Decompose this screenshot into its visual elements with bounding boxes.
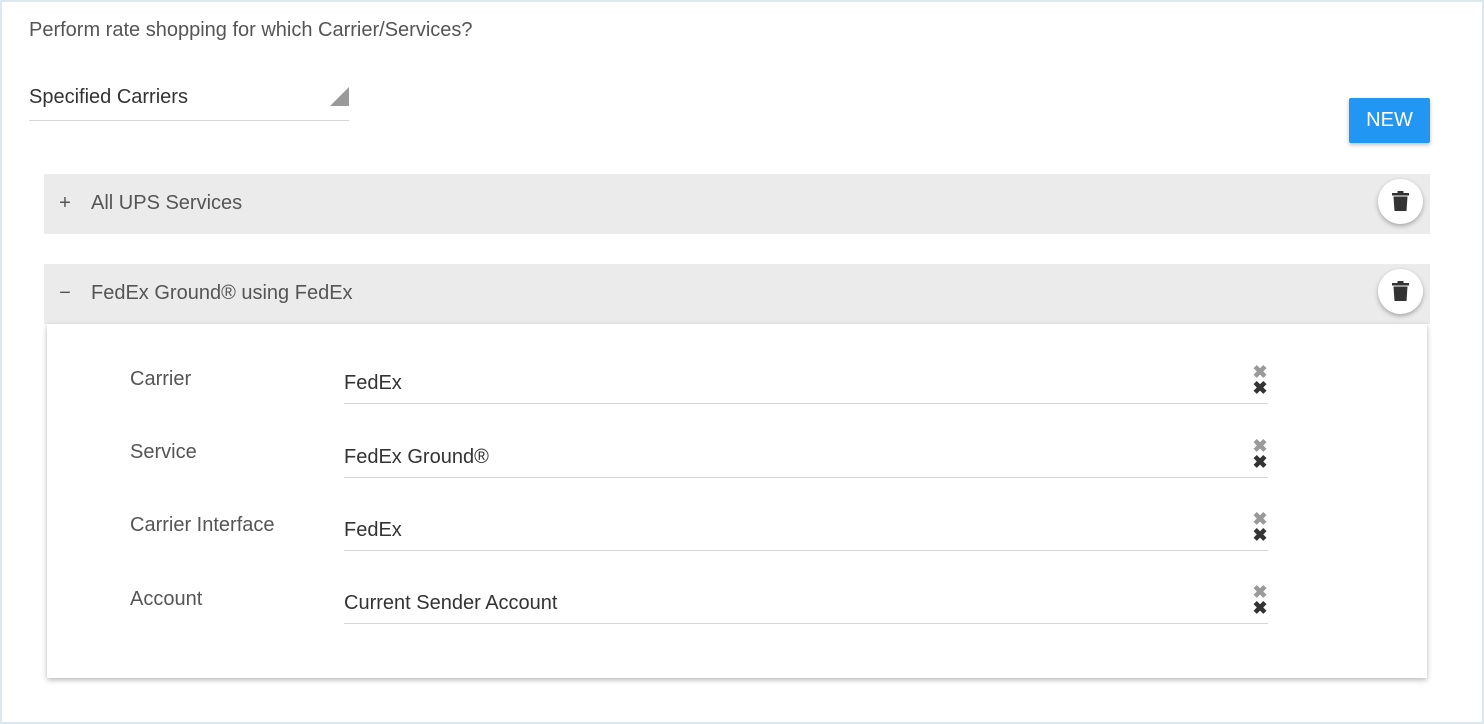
field-row-carrier-interface: Carrier Interface FedEx ✖ ✖ bbox=[47, 510, 1427, 574]
field-row-service: Service FedEx Ground® ✖ ✖ bbox=[47, 437, 1427, 501]
field-value: FedEx bbox=[344, 519, 402, 541]
field-label: Service bbox=[130, 441, 197, 463]
service-input[interactable]: FedEx Ground® ✖ ✖ bbox=[344, 437, 1268, 478]
clear-icon[interactable]: ✖ ✖ bbox=[1252, 583, 1268, 617]
field-row-account: Account Current Sender Account ✖ ✖ bbox=[47, 583, 1427, 648]
expand-icon[interactable]: + bbox=[58, 174, 72, 232]
panel-header-fedex[interactable]: − FedEx Ground® using FedEx bbox=[44, 264, 1430, 324]
delete-button[interactable] bbox=[1378, 269, 1423, 314]
field-value: Current Sender Account bbox=[344, 592, 558, 614]
field-label: Account bbox=[130, 588, 203, 610]
panel-body-fedex: Carrier FedEx ✖ ✖ Service FedEx Ground® … bbox=[47, 324, 1427, 678]
clear-icon[interactable]: ✖ ✖ bbox=[1252, 363, 1268, 397]
collapse-icon[interactable]: − bbox=[58, 264, 72, 322]
field-value: FedEx Ground® bbox=[344, 446, 489, 468]
field-label: Carrier bbox=[130, 368, 192, 390]
account-input[interactable]: Current Sender Account ✖ ✖ bbox=[344, 583, 1268, 624]
new-button[interactable]: NEW bbox=[1349, 98, 1430, 143]
carrier-scope-value: Specified Carriers bbox=[29, 86, 188, 108]
field-label: Carrier Interface bbox=[130, 514, 275, 536]
carrier-input[interactable]: FedEx ✖ ✖ bbox=[344, 363, 1268, 404]
panel-title: All UPS Services bbox=[91, 192, 243, 214]
clear-icon[interactable]: ✖ ✖ bbox=[1252, 437, 1268, 471]
carrier-interface-input[interactable]: FedEx ✖ ✖ bbox=[344, 510, 1268, 551]
clear-icon[interactable]: ✖ ✖ bbox=[1252, 510, 1268, 544]
trash-icon bbox=[1392, 281, 1409, 301]
dropdown-triangle-icon bbox=[330, 87, 349, 106]
field-value: FedEx bbox=[344, 372, 402, 394]
trash-icon bbox=[1392, 191, 1409, 211]
delete-button[interactable] bbox=[1378, 179, 1423, 224]
panel-header-ups[interactable]: + All UPS Services bbox=[44, 174, 1430, 234]
carrier-scope-select[interactable]: Specified Carriers bbox=[29, 80, 349, 121]
field-row-carrier: Carrier FedEx ✖ ✖ bbox=[47, 363, 1427, 428]
rate-shopping-question: Perform rate shopping for which Carrier/… bbox=[29, 19, 473, 41]
panel-title: FedEx Ground® using FedEx bbox=[91, 282, 353, 304]
